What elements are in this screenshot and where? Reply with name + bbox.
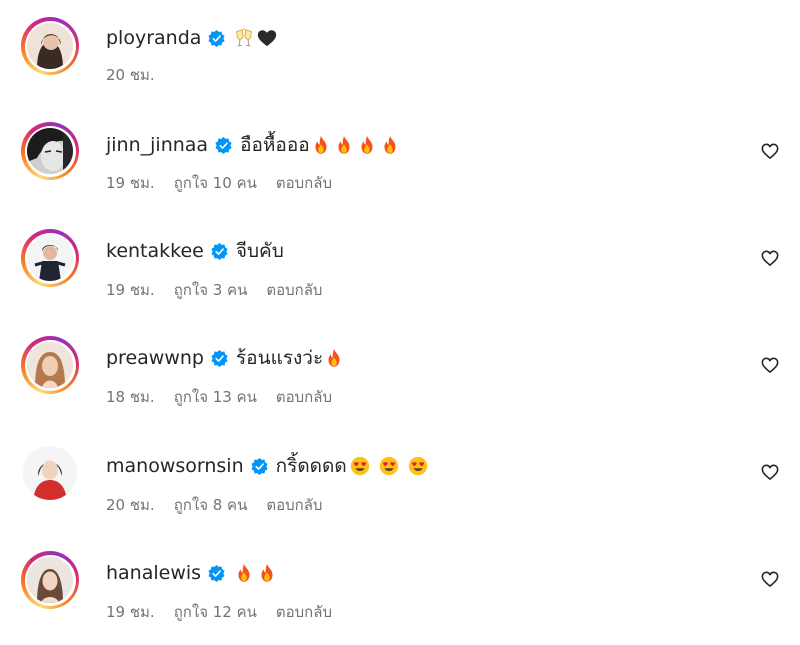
heart-eyes-icon bbox=[379, 456, 398, 476]
heart-eyes-icon bbox=[408, 456, 427, 476]
fire-icon bbox=[315, 135, 327, 154]
comment-item: preawwnp ร้อนแรงว่ะ 18 ชม. ถูกใจ 13 คน ต… bbox=[0, 322, 800, 422]
comment-item: manowsornsin กริ้ดดดด 20 ชม. ถูกใจ 8 คน … bbox=[0, 430, 800, 530]
comment-time: 20 ชม. bbox=[106, 496, 155, 514]
comment-username[interactable]: ployranda bbox=[106, 27, 201, 49]
comment-likes[interactable]: ถูกใจ 3 คน bbox=[174, 278, 248, 302]
comment-text: กริ้ดดดด bbox=[276, 451, 430, 481]
comment-text bbox=[233, 562, 279, 584]
verified-badge-icon bbox=[251, 457, 268, 475]
comment-username[interactable]: jinn_jinnaa bbox=[106, 134, 208, 156]
comment-text bbox=[233, 27, 279, 49]
comment-time: 19 ชม. bbox=[106, 281, 155, 299]
avatar[interactable] bbox=[21, 551, 79, 609]
verified-badge-icon bbox=[211, 242, 228, 260]
comment-likes[interactable]: ถูกใจ 12 คน bbox=[174, 600, 257, 624]
clinking-glasses-icon bbox=[236, 28, 253, 47]
comment-item: jinn_jinnaa อือหื้อออ 19 ชม. ถูกใจ 10 คน… bbox=[0, 108, 800, 208]
comment-text-label: กริ้ดดดด bbox=[275, 455, 347, 477]
reply-button[interactable]: ตอบกลับ bbox=[276, 171, 332, 195]
verified-badge-icon bbox=[208, 29, 225, 47]
fire-icon bbox=[338, 135, 350, 154]
fire-icon bbox=[238, 563, 250, 582]
avatar[interactable] bbox=[21, 122, 79, 180]
comment-text-label: ร้อนแรงว่ะ bbox=[235, 347, 324, 369]
comment-time: 19 ชม. bbox=[106, 174, 155, 192]
comment-text-label: อือหื้อออ bbox=[240, 134, 310, 156]
reply-button[interactable]: ตอบกลับ bbox=[266, 493, 322, 517]
comment-time: 19 ชม. bbox=[106, 603, 155, 621]
avatar[interactable] bbox=[21, 17, 79, 75]
comment-time: 18 ชม. bbox=[106, 388, 155, 406]
fire-icon bbox=[361, 135, 373, 154]
comment-text: อือหื้อออ bbox=[240, 130, 402, 160]
comment-time: 20 ชม. bbox=[106, 66, 155, 84]
comment-item: kentakkee จีบคับ 19 ชม. ถูกใจ 3 คน ตอบกล… bbox=[0, 215, 800, 315]
avatar[interactable] bbox=[21, 229, 79, 287]
verified-badge-icon bbox=[211, 349, 228, 367]
verified-badge-icon bbox=[208, 564, 225, 582]
heart-eyes-icon bbox=[350, 456, 369, 476]
reply-button[interactable]: ตอบกลับ bbox=[266, 278, 322, 302]
comment-text: จีบคับ bbox=[236, 236, 284, 266]
comment-item: hanalewis 19 ชม. ถูกใจ 12 คน ตอบกลับ bbox=[0, 537, 800, 637]
fire-icon bbox=[328, 348, 340, 367]
heart-outline-icon[interactable] bbox=[760, 141, 780, 161]
avatar[interactable] bbox=[21, 444, 79, 502]
comment-list: ployranda 20 ชม. jinn_jinnaa อือหื้อออ 1… bbox=[0, 0, 800, 645]
avatar[interactable] bbox=[21, 336, 79, 394]
black-heart-icon bbox=[258, 30, 277, 47]
comment-username[interactable]: hanalewis bbox=[106, 562, 201, 584]
comment-likes[interactable]: ถูกใจ 10 คน bbox=[174, 171, 257, 195]
reply-button[interactable]: ตอบกลับ bbox=[276, 385, 332, 409]
comment-username[interactable]: kentakkee bbox=[106, 240, 204, 262]
fire-icon bbox=[261, 563, 273, 582]
fire-icon bbox=[384, 135, 396, 154]
heart-outline-icon[interactable] bbox=[760, 355, 780, 375]
comment-likes[interactable]: ถูกใจ 13 คน bbox=[174, 385, 257, 409]
comment-likes[interactable]: ถูกใจ 8 คน bbox=[174, 493, 248, 517]
verified-badge-icon bbox=[215, 136, 232, 154]
comment-item: ployranda 20 ชม. bbox=[0, 0, 800, 100]
heart-outline-icon[interactable] bbox=[760, 248, 780, 268]
heart-outline-icon[interactable] bbox=[760, 462, 780, 482]
comment-username[interactable]: preawwnp bbox=[106, 347, 204, 369]
comment-username[interactable]: manowsornsin bbox=[106, 455, 244, 477]
comment-text: ร้อนแรงว่ะ bbox=[236, 343, 346, 373]
heart-outline-icon[interactable] bbox=[760, 569, 780, 589]
reply-button[interactable]: ตอบกลับ bbox=[276, 600, 332, 624]
comment-text-label: จีบคับ bbox=[235, 240, 284, 262]
